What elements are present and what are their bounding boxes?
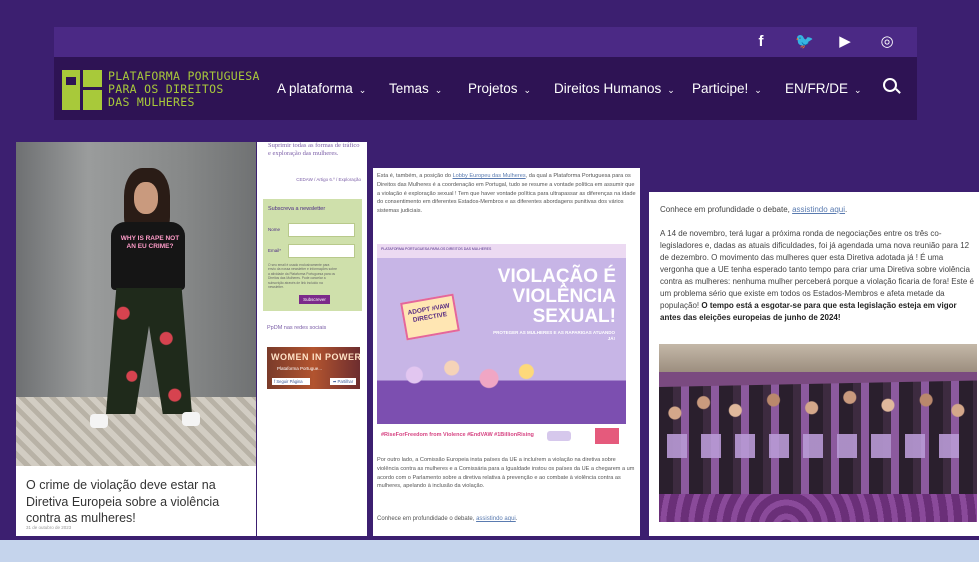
fb-follow-button[interactable]: f Seguir Página [272,378,310,385]
article-continuation-panel: Conhece em profundidade o debate, assist… [649,192,979,536]
shirt-slogan: WHY IS RAPE NOT AN EU CRIME? [120,235,180,250]
nav-item-direitos-humanos[interactable]: Direitos Humanos ⌄ [554,81,675,96]
nav-item-temas[interactable]: Temas ⌄ [389,81,442,96]
page-bottom-band [0,540,979,562]
subscribe-button[interactable]: Subscrever [299,295,330,304]
article-card[interactable]: WHY IS RAPE NOT AN EU CRIME? O crime de … [16,142,256,536]
partner-logo [547,431,571,441]
partner-logo [595,428,619,444]
social-widget-title: PpDM nas redes sociais [267,325,327,331]
fb-share-button[interactable]: ➦ Partilhar [330,378,356,385]
newsletter-box: Subscreva a newsletter Nome Email* O seu… [263,199,362,311]
paragraph-text: , da qual a Plataforma Portuguesa para o… [377,173,636,215]
article-body-panel: Esta é, também, a posição do Lobby Europ… [373,168,640,536]
paragraph-text: . [515,516,518,522]
paragraph-text: Esta é, também, a posição do [377,173,453,179]
article-photo: WHY IS RAPE NOT AN EU CRIME? [16,142,256,466]
assistindo-aqui-link[interactable]: assistindo aqui [476,516,516,522]
lobby-europeu-link[interactable]: Lobby Europeu das Mulheres [453,173,526,179]
newsletter-title: Subscreva a newsletter [268,206,326,212]
main-navbar: PLATAFORMA PORTUGUESA PARA OS DIREITOS D… [54,57,917,120]
name-label: Nome [268,227,281,232]
instagram-icon[interactable]: ◎ [879,33,895,51]
article-title[interactable]: O crime de violação deve estar na Direti… [26,477,251,527]
poster-illustration [377,354,626,424]
newsletter-fine-print: O seu email é usado exclusivamente para … [268,263,337,290]
brand-line: DAS MULHERES [108,95,195,109]
sidebar-panel: Suprimir todas as formas de tráfico e ex… [257,142,367,536]
poster-org: PLATAFORMA PORTUGUESA PARA OS DIREITOS D… [381,247,492,251]
name-input[interactable] [288,223,355,237]
facebook-page-widget[interactable]: WOMEN IN POWER Plataforma Portugue... f … [267,347,360,389]
campaign-poster: PLATAFORMA PORTUGUESA PARA OS DIREITOS D… [377,244,626,448]
twitter-icon[interactable]: 🐦 [795,33,814,51]
site-brand-name[interactable]: PLATAFORMA PORTUGUESA PARA OS DIREITOS D… [108,70,260,109]
paragraph-bold-text: O tempo está a esgotar-se para que esta … [660,301,957,322]
poster-subheadline: PROTEGER AS MULHERES E AS RAPARIGAS ATUA… [493,330,615,341]
poster-headline: VIOLAÇÃO É VIOLÊNCIA SEXUAL! [497,266,616,327]
nav-label: A plataforma [277,81,353,96]
fb-banner-text: WOMEN IN POWER [271,352,360,362]
paragraph-text: Conhece em profundidade o debate, [660,205,793,214]
nav-item-projetos[interactable]: Projetos ⌄ [468,81,531,96]
nav-item-language[interactable]: EN/FR/DE ⌄ [785,81,862,96]
debate-line: Conhece em profundidade o debate, assist… [660,204,974,216]
nav-item-a-plataforma[interactable]: A plataforma ⌄ [277,81,366,96]
nav-label: Direitos Humanos [554,81,662,96]
nav-label: Participe! [692,81,749,96]
social-links: f 🐦 ▶ ◎ [753,33,895,51]
nav-label: Temas [389,81,429,96]
email-input[interactable] [288,244,355,258]
chevron-down-icon: ⌄ [358,85,367,95]
fb-page-name: Plataforma Portugue... [277,366,323,371]
article-paragraph: A 14 de novembro, terá lugar a próxima r… [660,228,974,324]
youtube-icon[interactable]: ▶ [837,33,853,51]
chevron-down-icon: ⌄ [434,85,443,95]
chevron-down-icon: ⌄ [667,85,675,95]
group-photo [659,344,977,522]
nav-label: EN/FR/DE [785,81,849,96]
assistindo-aqui-link[interactable]: assistindo aqui [792,205,845,214]
sidebar-tags[interactable]: CEDAW / Artigo 6.º / Exploração [296,177,361,182]
search-icon[interactable] [883,78,897,92]
facebook-icon[interactable]: f [753,33,769,51]
nav-label: Projetos [468,81,518,96]
debate-line: Conhece em profundidade o debate, assist… [377,516,517,522]
sidebar-heading[interactable]: Suprimir todas as formas de tráfico e ex… [268,142,363,158]
article-date: 31 de outubro de 2023 [26,525,72,530]
article-paragraph: Esta é, também, a posição do Lobby Europ… [377,172,636,216]
top-bar: f 🐦 ▶ ◎ [54,27,917,57]
email-label: Email* [268,248,282,253]
article-paragraph: Por outro lado, a Comissão Europeia inst… [377,457,635,490]
paragraph-text: . [845,205,848,214]
poster-hashtags: #RiseForFreedom from Violence #EndVAW #1… [381,432,534,438]
paragraph-text: A 14 de novembro, terá lugar a próxima r… [660,229,974,310]
chevron-down-icon: ⌄ [523,85,532,95]
chevron-down-icon: ⌄ [854,85,862,95]
paragraph-text: Conhece em profundidade o debate, [377,516,477,522]
chevron-down-icon: ⌄ [754,85,762,95]
nav-item-participe[interactable]: Participe! ⌄ [692,81,762,96]
site-logo-mark[interactable] [62,70,102,110]
poster-sign: ADOPT #VAW DIRECTIVE [400,293,460,341]
